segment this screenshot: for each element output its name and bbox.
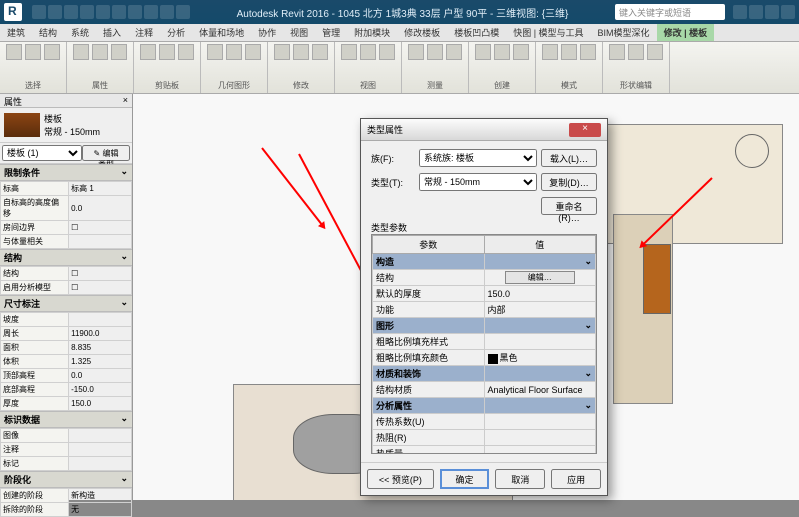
type-selector[interactable]: 楼板常规 - 150mm <box>0 108 132 143</box>
property-row[interactable]: 拆除的阶段无 <box>1 503 132 517</box>
ribbon-group[interactable]: 创建 <box>469 42 536 93</box>
param-row[interactable]: 粗略比例填充颜色黑色 <box>373 350 596 366</box>
titlebar: Autodesk Revit 2016 - 1045 北方 1城3典 33层 户… <box>0 0 799 24</box>
ok-button[interactable]: 确定 <box>440 469 490 489</box>
property-row[interactable]: 周长11900.0 <box>1 327 132 341</box>
tab-8[interactable]: 视图 <box>283 24 315 41</box>
param-row[interactable]: 热阻(R) <box>373 430 596 446</box>
param-row[interactable]: 构造⌄ <box>373 254 596 270</box>
ribbon-group[interactable]: 视图 <box>335 42 402 93</box>
property-row[interactable]: 坡度 <box>1 313 132 327</box>
dialog-title: 类型属性 <box>367 123 403 136</box>
property-row[interactable]: 注释 <box>1 443 132 457</box>
tab-12[interactable]: 楼板凹凸模 <box>447 24 506 41</box>
property-row[interactable]: 结构 <box>1 267 132 281</box>
properties-header: 属性× <box>0 94 132 108</box>
ribbon-group[interactable]: 形状编辑 <box>603 42 670 93</box>
tab-9[interactable]: 管理 <box>315 24 347 41</box>
edit-type-button[interactable]: ✎ 编辑类型 <box>82 145 130 161</box>
property-row[interactable]: 启用分析模型 <box>1 281 132 295</box>
duplicate-button[interactable]: 复制(D)… <box>541 173 597 191</box>
param-row[interactable]: 材质和装饰⌄ <box>373 366 596 382</box>
property-row[interactable]: 自标高的高度偏移0.0 <box>1 196 132 221</box>
edit-button[interactable]: 编辑… <box>505 271 575 284</box>
family-label: 族(F): <box>371 152 415 165</box>
ribbon-group[interactable]: 测量 <box>402 42 469 93</box>
ribbon-group[interactable]: 几何图形 <box>201 42 268 93</box>
property-category[interactable]: 限制条件⌄ <box>0 164 132 181</box>
ribbon-group[interactable]: 模式 <box>536 42 603 93</box>
cancel-button[interactable]: 取消 <box>495 469 545 489</box>
property-row[interactable]: 与体量相关 <box>1 235 132 249</box>
tab-14[interactable]: BIM模型深化 <box>591 24 657 41</box>
column-header-value: 值 <box>484 236 596 254</box>
param-row[interactable]: 传热系数(U) <box>373 414 596 430</box>
tab-5[interactable]: 分析 <box>160 24 192 41</box>
property-row[interactable]: 顶部高程0.0 <box>1 369 132 383</box>
tab-6[interactable]: 体量和场地 <box>192 24 251 41</box>
quick-access-toolbar[interactable] <box>32 5 190 19</box>
window-title: Autodesk Revit 2016 - 1045 北方 1城3典 33层 户… <box>194 5 611 20</box>
app-logo <box>4 3 22 21</box>
dialog-titlebar[interactable]: 类型属性 × <box>361 119 607 141</box>
apply-button[interactable]: 应用 <box>551 469 601 489</box>
type-preview-icon <box>4 113 40 137</box>
instance-selector[interactable]: 楼板 (1) <box>2 145 82 161</box>
ribbon-tabs[interactable]: 建筑结构系统插入注释分析体量和场地协作视图管理附加模块修改楼板楼板凹凸模快图 |… <box>0 24 799 42</box>
property-category[interactable]: 标识数据⌄ <box>0 411 132 428</box>
tab-0[interactable]: 建筑 <box>0 24 32 41</box>
close-icon[interactable]: × <box>569 123 601 137</box>
param-row[interactable]: 热质量 <box>373 446 596 455</box>
rename-button[interactable]: 重命名(R)… <box>541 197 597 215</box>
type-name: 常规 - 150mm <box>44 125 100 138</box>
param-row[interactable]: 分析属性⌄ <box>373 398 596 414</box>
property-row[interactable]: 底部高程-150.0 <box>1 383 132 397</box>
tab-3[interactable]: 插入 <box>96 24 128 41</box>
param-row[interactable]: 功能内部 <box>373 302 596 318</box>
property-row[interactable]: 面积8.835 <box>1 341 132 355</box>
close-icon[interactable]: × <box>123 95 128 106</box>
param-row[interactable]: 粗略比例填充样式 <box>373 334 596 350</box>
load-button[interactable]: 载入(L)… <box>541 149 597 167</box>
ribbon-group[interactable]: 属性 <box>67 42 134 93</box>
property-row[interactable]: 房间边界 <box>1 221 132 235</box>
ribbon-group[interactable]: 修改 <box>268 42 335 93</box>
tab-2[interactable]: 系统 <box>64 24 96 41</box>
property-category[interactable]: 结构⌄ <box>0 249 132 266</box>
window-controls[interactable] <box>733 5 795 19</box>
tab-13[interactable]: 快图 | 模型与工具 <box>506 24 590 41</box>
property-row[interactable]: 标记 <box>1 457 132 471</box>
family-select[interactable]: 系统族: 楼板 <box>419 149 537 167</box>
property-row[interactable]: 体积1.325 <box>1 355 132 369</box>
ribbon[interactable]: 选择属性剪贴板几何图形修改视图测量创建模式形状编辑 <box>0 42 799 94</box>
property-category[interactable]: 阶段化⌄ <box>0 471 132 488</box>
param-row[interactable]: 结构材质Analytical Floor Surface <box>373 382 596 398</box>
property-row[interactable]: 图像 <box>1 429 132 443</box>
tab-11[interactable]: 修改楼板 <box>397 24 447 41</box>
property-category[interactable]: 尺寸标注⌄ <box>0 295 132 312</box>
type-params-grid[interactable]: 参数值 构造⌄结构编辑…默认的厚度150.0功能内部图形⌄粗略比例填充样式粗略比… <box>371 234 597 454</box>
property-row[interactable]: 标高标高 1 <box>1 182 132 196</box>
type-label: 类型(T): <box>371 176 415 189</box>
ribbon-group[interactable]: 选择 <box>0 42 67 93</box>
type-select[interactable]: 常规 - 150mm <box>419 173 537 191</box>
tab-4[interactable]: 注释 <box>128 24 160 41</box>
tab-10[interactable]: 附加模块 <box>347 24 397 41</box>
tab-7[interactable]: 协作 <box>251 24 283 41</box>
type-properties-dialog: 类型属性 × 族(F): 系统族: 楼板 载入(L)… 类型(T): 常规 - … <box>360 118 608 496</box>
tab-1[interactable]: 结构 <box>32 24 64 41</box>
help-search-input[interactable]: 键入关键字或短语 <box>615 4 725 20</box>
type-category: 楼板 <box>44 112 100 125</box>
ribbon-group[interactable]: 剪贴板 <box>134 42 201 93</box>
properties-panel: 属性× 楼板常规 - 150mm 楼板 (1) ✎ 编辑类型 限制条件⌄标高标高… <box>0 94 133 500</box>
param-row[interactable]: 结构编辑… <box>373 270 596 286</box>
param-row[interactable]: 图形⌄ <box>373 318 596 334</box>
property-row[interactable]: 创建的阶段新构造 <box>1 489 132 503</box>
preview-button[interactable]: << 预览(P) <box>367 469 434 489</box>
param-row[interactable]: 默认的厚度150.0 <box>373 286 596 302</box>
column-header-param: 参数 <box>373 236 485 254</box>
property-row[interactable]: 厚度150.0 <box>1 397 132 411</box>
tab-15[interactable]: 修改 | 楼板 <box>657 24 715 41</box>
